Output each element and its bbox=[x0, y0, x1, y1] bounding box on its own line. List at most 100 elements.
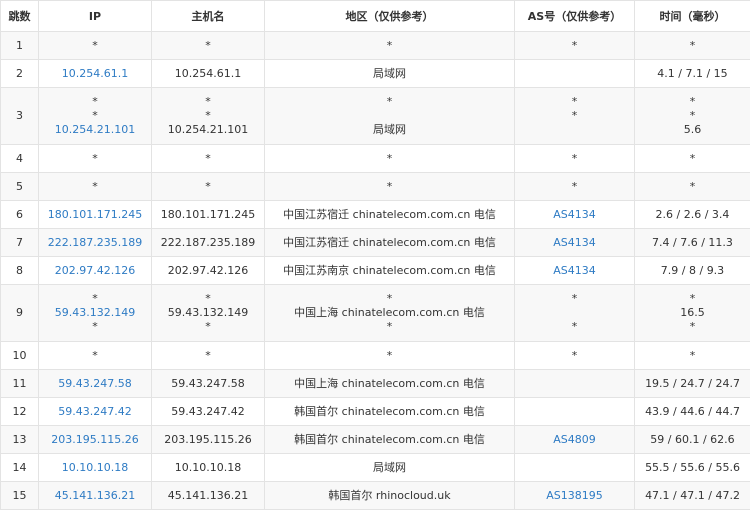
hop-cell: 13 bbox=[0, 425, 39, 454]
ip-cell-text: * bbox=[92, 348, 98, 362]
time-cell: 47.1 / 47.1 / 47.2 bbox=[634, 481, 750, 510]
hostname-cell-text: 203.195.115.26 bbox=[164, 432, 252, 446]
hostname-cell: 202.97.42.126 bbox=[151, 256, 265, 285]
hostname-cell-text: 202.97.42.126 bbox=[167, 263, 249, 277]
time-cell: * 16.5 * bbox=[634, 284, 750, 342]
ip-link[interactable]: 59.43.247.58 bbox=[40, 377, 151, 391]
time-cell: * * 5.6 bbox=[634, 87, 750, 145]
as-cell-text: * bbox=[571, 348, 578, 362]
hostname-cell: 222.187.235.189 bbox=[151, 228, 265, 257]
as-cell: AS4134 bbox=[514, 256, 635, 285]
as-cell: * bbox=[514, 172, 635, 201]
ip-cell-text: * bbox=[92, 38, 98, 52]
as-cell bbox=[514, 397, 635, 426]
region-cell-text: 中国江苏宿迁 chinatelecom.com.cn 电信 bbox=[283, 235, 496, 249]
time-cell-text: * bbox=[689, 348, 696, 362]
hop-cell: 7 bbox=[0, 228, 39, 257]
as-cell-text bbox=[516, 67, 634, 81]
ip-cell: 203.195.115.26 bbox=[38, 425, 152, 454]
header-hop: 跳数 bbox=[0, 0, 39, 32]
time-cell: 4.1 / 7.1 / 15 bbox=[634, 59, 750, 88]
hostname-cell-text: 59.43.132.149 bbox=[167, 306, 249, 319]
hostname-cell-text: * bbox=[205, 179, 211, 193]
hop-cell: 8 bbox=[0, 256, 39, 285]
time-cell-text: 43.9 / 44.6 / 44.7 bbox=[645, 404, 740, 418]
region-cell: * bbox=[264, 144, 515, 173]
region-cell-text: * bbox=[386, 348, 393, 362]
region-cell: 韩国首尔 chinatelecom.com.cn 电信 bbox=[264, 425, 515, 454]
time-cell-text: 7.9 / 8 / 9.3 bbox=[660, 263, 725, 277]
region-cell: * 中国上海 chinatelecom.com.cn 电信 * bbox=[264, 284, 515, 342]
table-row: 3 * * 10.254.21.101 * * 10.254.21.101 * 局域网 * * *… bbox=[0, 87, 750, 145]
as-link[interactable]: AS4134 bbox=[516, 208, 634, 222]
ip-cell: * 59.43.132.149 * bbox=[38, 284, 152, 342]
ip-cell: * bbox=[38, 31, 152, 60]
hop-cell: 1 bbox=[0, 31, 39, 60]
time-cell: * bbox=[634, 31, 750, 60]
as-cell-text: * bbox=[571, 320, 578, 333]
time-cell-text: 5.6 bbox=[683, 123, 702, 136]
table-row: 6 180.101.171.245 180.101.171.245 中国江苏宿迁 ch… bbox=[0, 200, 750, 229]
time-cell: 43.9 / 44.6 / 44.7 bbox=[634, 397, 750, 426]
region-cell: 中国江苏南京 chinatelecom.com.cn 电信 bbox=[264, 256, 515, 285]
region-cell-text: * bbox=[386, 320, 393, 333]
hop-cell: 12 bbox=[0, 397, 39, 426]
region-cell: 中国江苏宿迁 chinatelecom.com.cn 电信 bbox=[264, 200, 515, 229]
ip-link[interactable]: 59.43.132.149 bbox=[40, 306, 151, 320]
time-cell: 55.5 / 55.6 / 55.6 bbox=[634, 453, 750, 482]
hop-cell: 11 bbox=[0, 369, 39, 398]
region-cell-text: 中国江苏南京 chinatelecom.com.cn 电信 bbox=[283, 263, 496, 277]
hostname-cell-text: 10.10.10.18 bbox=[174, 460, 242, 474]
time-cell: * bbox=[634, 172, 750, 201]
ip-link[interactable]: 203.195.115.26 bbox=[40, 433, 151, 447]
ip-cell-text: * bbox=[92, 320, 98, 333]
time-cell: 7.9 / 8 / 9.3 bbox=[634, 256, 750, 285]
as-cell-text bbox=[516, 405, 634, 419]
ip-cell-text: * bbox=[92, 292, 98, 305]
ip-link[interactable]: 45.141.136.21 bbox=[40, 489, 151, 503]
ip-cell: 10.10.10.18 bbox=[38, 453, 152, 482]
time-cell-text: * bbox=[689, 292, 696, 305]
region-cell: 韩国首尔 rhinocloud.uk bbox=[264, 481, 515, 510]
ip-link[interactable]: 202.97.42.126 bbox=[40, 264, 151, 278]
as-cell: * * bbox=[514, 87, 635, 145]
as-link[interactable]: AS138195 bbox=[516, 489, 634, 503]
as-link[interactable]: AS4809 bbox=[516, 433, 634, 447]
time-cell-text: * bbox=[689, 179, 696, 193]
as-cell-text: * bbox=[571, 109, 578, 122]
table-row: 5 * * * * * bbox=[0, 172, 750, 201]
hop-cell: 3 bbox=[0, 87, 39, 145]
region-cell-text: 局域网 bbox=[373, 460, 406, 474]
hop-cell: 4 bbox=[0, 144, 39, 173]
ip-link[interactable]: 59.43.247.42 bbox=[40, 405, 151, 419]
as-cell-text bbox=[516, 306, 634, 320]
time-cell: 2.6 / 2.6 / 3.4 bbox=[634, 200, 750, 229]
ip-cell: 59.43.247.58 bbox=[38, 369, 152, 398]
as-cell: AS4134 bbox=[514, 200, 635, 229]
hostname-cell: 203.195.115.26 bbox=[151, 425, 265, 454]
ip-link[interactable]: 180.101.171.245 bbox=[40, 208, 151, 222]
as-link[interactable]: AS4134 bbox=[516, 236, 634, 250]
ip-link[interactable]: 222.187.235.189 bbox=[40, 236, 151, 250]
ip-cell: * bbox=[38, 172, 152, 201]
hostname-cell: 59.43.247.58 bbox=[151, 369, 265, 398]
as-cell-text bbox=[516, 377, 634, 391]
header-ip: IP bbox=[38, 0, 152, 32]
region-cell-text: * bbox=[386, 179, 393, 193]
table-row: 7 222.187.235.189 222.187.235.189 中国江苏宿迁 ch… bbox=[0, 228, 750, 257]
ip-cell-text: * bbox=[92, 95, 98, 108]
table-row: 10 * * * * * bbox=[0, 341, 750, 370]
time-cell-text: * bbox=[689, 151, 696, 165]
ip-link[interactable]: 10.10.10.18 bbox=[40, 461, 151, 475]
ip-link[interactable]: 10.254.61.1 bbox=[40, 67, 151, 81]
ip-cell-text: * bbox=[92, 179, 98, 193]
as-link[interactable]: AS4134 bbox=[516, 264, 634, 278]
as-cell-text bbox=[516, 123, 634, 137]
time-cell-text: * bbox=[689, 109, 696, 122]
table-row: 12 59.43.247.42 59.43.247.42 韩国首尔 chinatele… bbox=[0, 397, 750, 426]
region-cell: 局域网 bbox=[264, 453, 515, 482]
ip-link[interactable]: 10.254.21.101 bbox=[40, 123, 151, 137]
hostname-cell-text: 180.101.171.245 bbox=[160, 207, 256, 221]
time-cell-text: 7.4 / 7.6 / 11.3 bbox=[652, 235, 733, 249]
region-cell-text: * bbox=[386, 95, 393, 108]
